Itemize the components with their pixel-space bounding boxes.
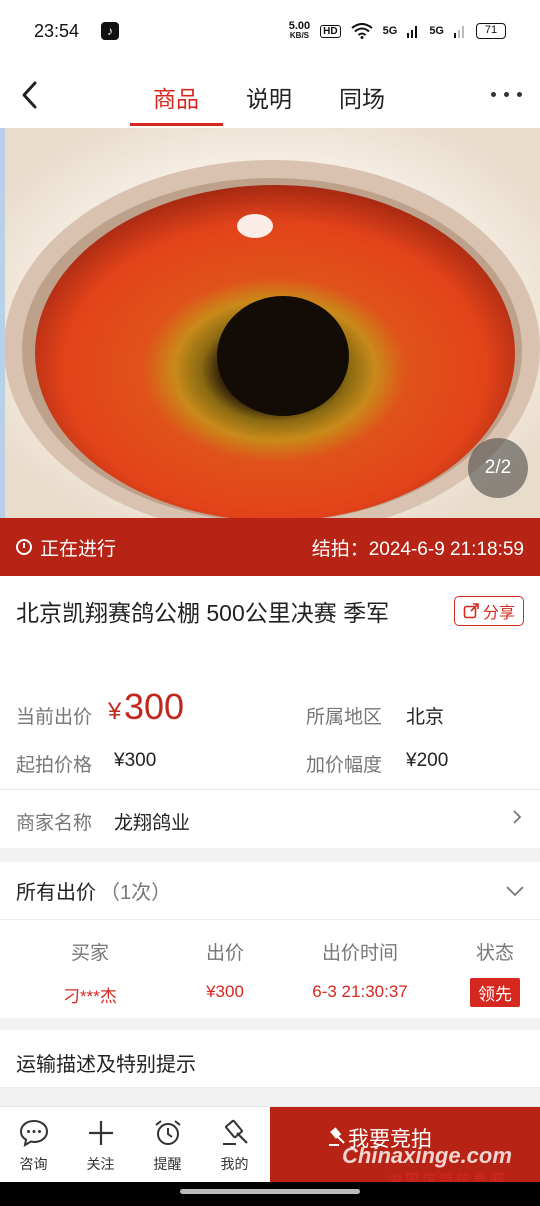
speed-value: 5.00 [288,20,311,32]
header-status: 状态 [475,943,514,964]
bid-list-header[interactable]: 所有出价 （1次） [0,862,540,920]
bid-count: （1次） [100,882,172,904]
product-title: 北京凯翔赛鸽公棚 500公里决赛 季军 [16,600,390,626]
gesture-area [0,1182,540,1206]
share-icon [463,603,479,619]
auction-end: 结拍：2024-6-9 21:18:59 [312,534,524,561]
tab-goods[interactable]: 商品 [153,80,199,114]
header-time: 出价时间 [321,943,398,964]
watermark: Chinaxinge.com [342,1143,512,1168]
bid-list: 所有出价 （1次） 买家 出价 出价时间 状态 刁***杰 ¥300 6-3 2… [0,862,540,1018]
end-label: 结拍： [311,538,369,560]
tab-same-session[interactable]: 同场 [339,80,385,114]
consult-label: 咨询 [19,1156,48,1172]
follow-button[interactable]: 关注 [67,1107,134,1183]
remind-button[interactable]: 提醒 [134,1107,201,1183]
plus-icon [88,1121,113,1145]
current-bid-value: 300 [124,686,185,727]
tab-description[interactable]: 说明 [246,80,292,114]
auction-status-strip: 正在进行 结拍：2024-6-9 21:18:59 [0,518,540,576]
currency-symbol: ¥ [108,698,122,725]
end-time: 2024-6-9 21:18:59 [368,538,524,560]
speed-unit: KB/S [289,31,310,40]
network-speed: 5.00 KB/S [289,21,310,41]
increment-value: ¥200 [406,750,449,771]
merchant-name: 龙翔鸽业 [114,813,191,834]
status-bar: 23:54 ♪ 5.00 KB/S HD 5G 5G 71 [0,0,540,62]
home-indicator[interactable] [180,1189,360,1194]
back-arrow-icon[interactable] [18,80,42,110]
header-price: 出价 [205,943,244,964]
chat-bubble-icon [19,1119,48,1147]
alarm-clock-icon [154,1120,181,1145]
hd-icon: HD [320,24,341,38]
chevron-down-icon [506,885,524,896]
header-buyer: 买家 [70,943,109,964]
current-bid-label: 当前出价 [16,707,93,728]
region-label: 所属地区 [306,707,383,728]
bid-price: ¥300 [206,982,244,1001]
chevron-right-icon [513,810,522,824]
gavel-icon [222,1119,248,1145]
follow-label: 关注 [86,1156,115,1172]
bid-buyer: 刁***杰 [63,987,117,1006]
wifi-icon [351,23,373,39]
active-tab-indicator [130,123,223,126]
product-image[interactable]: 2/2 [0,128,540,518]
shipping-title: 运输描述及特别提示 [16,1054,196,1076]
share-label: 分享 [482,605,515,622]
mine-button[interactable]: 我的 [201,1107,268,1183]
merchant-label: 商家名称 [16,813,93,834]
signal-5g-1: 5G [382,25,398,37]
status-badge: 领先 [470,978,520,1007]
merchant-row[interactable]: 商家名称 龙翔鸽业 [0,790,540,848]
status-time: 23:54 [34,20,80,41]
pigeon-eye-image [0,128,540,518]
battery-icon: 71 [476,23,506,39]
top-nav: 商品 说明 同场 [0,62,540,128]
start-price-value: ¥300 [114,750,157,771]
clock-icon [16,539,32,555]
increment-label: 加价幅度 [306,755,383,776]
bid-time: 6-3 21:30:37 [312,982,408,1001]
tiktok-icon: ♪ [101,22,120,40]
signal-bars-icon [407,26,418,38]
image-counter: 2/2 [468,438,528,498]
signal-bars-icon-2 [454,26,464,38]
mine-label: 我的 [220,1156,249,1172]
start-price-label: 起拍价格 [16,755,93,776]
consult-button[interactable]: 咨询 [0,1107,67,1183]
status-indicators: 5.00 KB/S HD 5G 5G 71 [289,21,506,41]
shipping-section: 运输描述及特别提示 [0,1030,540,1088]
more-menu-icon[interactable] [491,92,522,97]
region-value: 北京 [406,707,445,728]
auction-status: 正在进行 [40,538,117,560]
bid-list-title: 所有出价 [16,882,96,904]
signal-5g-2: 5G [429,25,444,37]
remind-label: 提醒 [153,1156,182,1172]
share-button[interactable]: 分享 [453,596,524,626]
product-info: 北京凯翔赛鸽公棚 500公里决赛 季军 分享 当前出价 ¥ 300 所属地区 北… [0,576,540,848]
